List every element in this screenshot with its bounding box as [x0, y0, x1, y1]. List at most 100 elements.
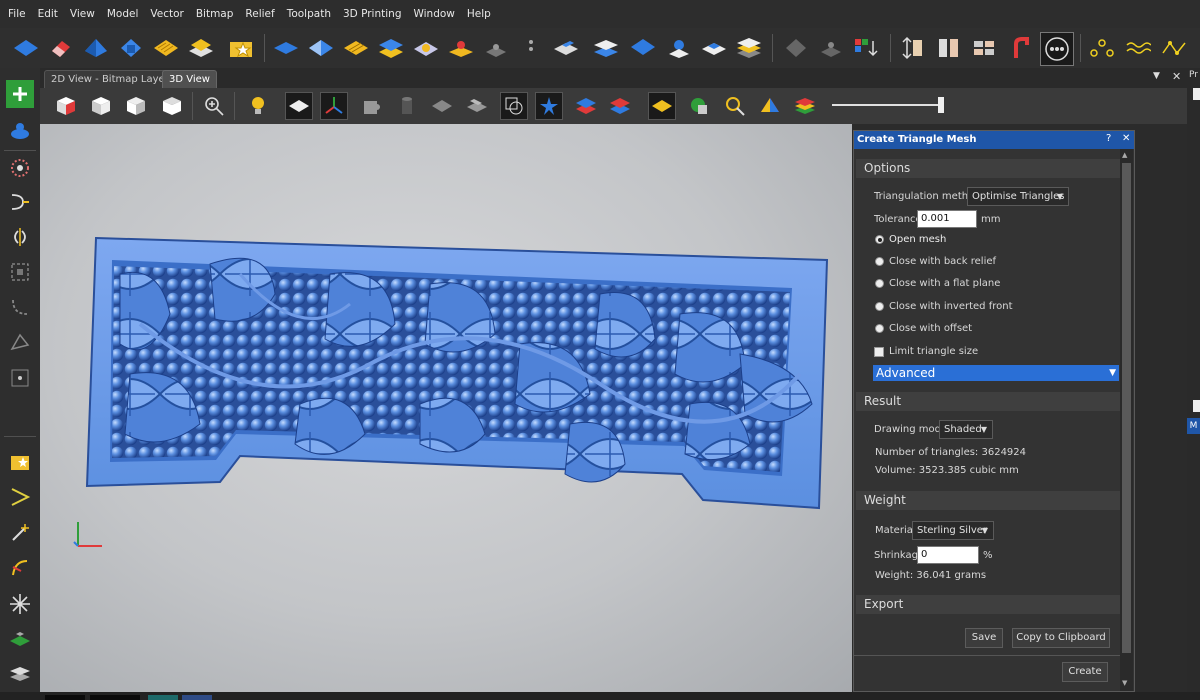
brightness-slider-track[interactable] — [832, 104, 942, 106]
relief-house-icon[interactable] — [117, 34, 145, 62]
green-shape-icon[interactable] — [685, 92, 713, 120]
height-arrow-icon[interactable] — [898, 34, 926, 62]
menu-help[interactable]: Help — [467, 8, 491, 20]
relief-striped-icon[interactable] — [342, 34, 370, 62]
save-button[interactable]: Save — [965, 628, 1003, 648]
cube-side-icon[interactable] — [122, 92, 150, 120]
split-panel-icon[interactable] — [935, 34, 963, 62]
point-select-icon[interactable] — [6, 364, 34, 392]
relief-gray-icon[interactable] — [482, 34, 510, 62]
gray-block-icon[interactable] — [463, 92, 491, 120]
circle-square-icon[interactable] — [500, 92, 528, 120]
menu-model[interactable]: Model — [107, 8, 139, 20]
dotted-circle-icon[interactable] — [6, 154, 34, 182]
menu-3d-printing[interactable]: 3D Printing — [343, 8, 402, 20]
material-select[interactable]: Sterling Silver ▼ — [912, 521, 994, 540]
cube-top-icon[interactable] — [158, 92, 186, 120]
scroll-up-icon[interactable]: ▲ — [1122, 151, 1127, 159]
advanced-section-toggle[interactable]: Advanced ▼ — [873, 365, 1119, 381]
relief-stack-icon[interactable] — [592, 34, 620, 62]
radio-close-flat-plane[interactable] — [875, 279, 884, 288]
folder-star-icon[interactable] — [227, 34, 255, 62]
triangle-select-icon[interactable] — [6, 328, 34, 356]
triangulation-method-select[interactable]: Optimise Triangles ▼ — [967, 187, 1069, 206]
grid-slice-icon[interactable] — [970, 34, 998, 62]
panel-close-button[interactable]: ✕ — [1122, 133, 1130, 144]
axes-icon[interactable] — [320, 92, 348, 120]
pattern-chain-icon[interactable] — [1124, 34, 1152, 62]
layer-tool-icon[interactable] — [6, 660, 34, 688]
right-dock-tab-mid[interactable]: M — [1187, 418, 1200, 434]
scroll-down-icon[interactable]: ▼ — [1122, 679, 1127, 687]
relief-shape-icon[interactable] — [82, 34, 110, 62]
green-plane-icon[interactable] — [6, 625, 34, 653]
radio-open-mesh[interactable] — [875, 235, 884, 244]
cube-front-icon[interactable] — [52, 92, 80, 120]
relief-blue-icon[interactable] — [629, 34, 657, 62]
weight-header[interactable]: Weight — [856, 491, 1120, 510]
cube-iso-icon[interactable] — [87, 92, 115, 120]
scroll-thumb[interactable] — [1122, 163, 1131, 653]
relief-base-icon[interactable] — [700, 34, 728, 62]
texture-icon[interactable] — [152, 34, 180, 62]
menu-bitmap[interactable]: Bitmap — [196, 8, 234, 20]
tab-2d-view-bitmap[interactable]: 2D View - Bitmap Layer — [44, 70, 176, 89]
arrow-path-icon[interactable] — [6, 483, 34, 511]
copy-to-clipboard-button[interactable]: Copy to Clipboard — [1012, 628, 1110, 648]
blue-layer-icon[interactable] — [572, 92, 600, 120]
color-pyramid-icon[interactable] — [756, 92, 784, 120]
menu-edit[interactable]: Edit — [38, 8, 58, 20]
menu-toolpath[interactable]: Toolpath — [287, 8, 331, 20]
zoom-icon[interactable] — [200, 92, 228, 120]
vertical-dots-icon[interactable] — [517, 34, 545, 62]
radio-close-inverted-front[interactable] — [875, 302, 884, 311]
menu-relief[interactable]: Relief — [245, 8, 274, 20]
brightness-slider-handle[interactable] — [938, 97, 944, 113]
export-header[interactable]: Export — [856, 595, 1120, 614]
relief-target-icon[interactable] — [412, 34, 440, 62]
puzzle-icon[interactable] — [358, 92, 386, 120]
folder-star-side-icon[interactable] — [6, 448, 34, 476]
menu-view[interactable]: View — [70, 8, 95, 20]
relief-split-icon[interactable] — [307, 34, 335, 62]
wand-icon[interactable] — [6, 519, 34, 547]
gray-plane-icon[interactable] — [428, 92, 456, 120]
mirror-icon[interactable] — [6, 223, 34, 251]
radio-close-offset[interactable] — [875, 324, 884, 333]
shape-dot-icon[interactable] — [817, 34, 845, 62]
curve-tool-icon[interactable] — [6, 554, 34, 582]
panel-scrollbar[interactable]: ▲ ▼ — [1120, 149, 1133, 691]
menu-file[interactable]: File — [8, 8, 26, 20]
relief-cone-icon[interactable] — [447, 34, 475, 62]
relief-offset-icon[interactable] — [552, 34, 580, 62]
relief-flat-icon[interactable] — [272, 34, 300, 62]
3d-viewport[interactable] — [40, 124, 852, 692]
result-header[interactable]: Result — [856, 392, 1120, 411]
shaded-plane-icon[interactable] — [285, 92, 313, 120]
options-header[interactable]: Options — [856, 159, 1120, 178]
star-burst-icon[interactable] — [6, 590, 34, 618]
tab-3d-view[interactable]: 3D View — [162, 70, 217, 89]
tolerance-input[interactable]: 0.001 — [917, 210, 977, 228]
select-box-icon[interactable] — [6, 258, 34, 286]
shape-gray-icon[interactable] — [782, 34, 810, 62]
red-hook-icon[interactable] — [1006, 34, 1034, 62]
yellow-plane-icon[interactable] — [648, 92, 676, 120]
drawing-mode-select[interactable]: Shaded ▼ — [939, 420, 993, 439]
menu-window[interactable]: Window — [413, 8, 454, 20]
color-stack-icon[interactable] — [791, 92, 819, 120]
tab-dropdown-icon[interactable]: ▼ — [1153, 71, 1160, 81]
relief-cylinder-icon[interactable] — [6, 116, 34, 144]
red-layer-icon[interactable] — [606, 92, 634, 120]
shrinkage-input[interactable]: 0 — [917, 546, 979, 564]
create-button[interactable]: Create — [1062, 662, 1108, 682]
tab-close-icon[interactable]: ✕ — [1172, 70, 1181, 83]
relief-layers-icon[interactable] — [377, 34, 405, 62]
curve-select-icon[interactable] — [6, 293, 34, 321]
relief-merge-icon[interactable] — [665, 34, 693, 62]
layer-stack-icon[interactable] — [187, 34, 215, 62]
cylinder-icon[interactable] — [393, 92, 421, 120]
light-bulb-icon[interactable] — [244, 92, 272, 120]
limit-triangle-size-checkbox[interactable] — [874, 347, 884, 357]
lattice-circle-icon[interactable] — [1040, 32, 1074, 66]
